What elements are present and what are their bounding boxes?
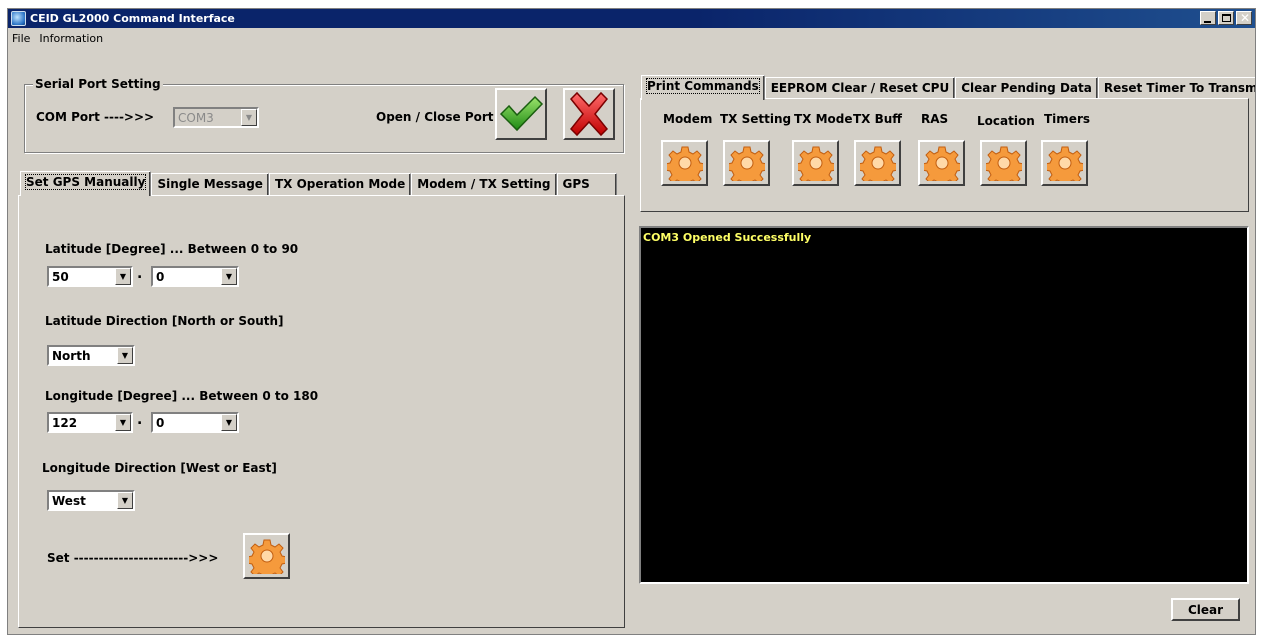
- latitude-degree-select[interactable]: 50 ▼: [47, 266, 133, 287]
- minimize-icon: [1204, 21, 1211, 23]
- latitude-direction-label: Latitude Direction [North or South]: [45, 314, 284, 328]
- console-line: COM3 Opened Successfully: [643, 231, 812, 244]
- title-bar[interactable]: CEID GL2000 Command Interface ✕: [8, 9, 1255, 28]
- print-tx-mode-button[interactable]: [792, 140, 839, 186]
- chevron-down-icon: ▼: [221, 268, 237, 285]
- tab-set-gps-manually[interactable]: Set GPS Manually: [20, 171, 152, 196]
- print-commands-panel: Modem TX Setting TX Mode TX Buff RAS Loc…: [640, 98, 1249, 212]
- output-console[interactable]: COM3 Opened Successfully: [639, 226, 1249, 584]
- tab-reset-timer-to-transmit[interactable]: Reset Timer To Transmit: [1097, 77, 1255, 99]
- longitude-label: Longitude [Degree] ... Between 0 to 180: [45, 389, 319, 403]
- tab-modem-tx-setting[interactable]: Modem / TX Setting: [411, 173, 557, 195]
- longitude-direction-select[interactable]: West ▼: [47, 490, 135, 511]
- clear-button[interactable]: Clear: [1171, 598, 1240, 621]
- cmd-label-ras: RAS: [921, 112, 949, 126]
- print-timers-button[interactable]: [1041, 140, 1088, 186]
- tab-print-commands[interactable]: Print Commands: [641, 75, 765, 100]
- red-x-icon: [569, 91, 609, 137]
- longitude-direction-value: West: [52, 494, 86, 508]
- decimal-separator: .: [137, 266, 143, 282]
- tab-gps[interactable]: GPS: [556, 173, 617, 195]
- gear-icon: [923, 146, 960, 181]
- close-port-button[interactable]: [563, 88, 615, 140]
- menu-bar: File Information: [8, 30, 1255, 48]
- cmd-label-modem: Modem: [663, 112, 713, 126]
- open-port-button[interactable]: [495, 88, 547, 140]
- cmd-label-location: Location: [977, 114, 1035, 128]
- print-ras-button[interactable]: [918, 140, 965, 186]
- menu-information[interactable]: Information: [35, 30, 108, 48]
- com-port-label: COM Port ---->>>: [36, 110, 155, 124]
- gear-icon: [1046, 146, 1083, 181]
- tab-tx-operation-mode[interactable]: TX Operation Mode: [268, 173, 412, 195]
- right-tab-strip: Print Commands EEPROM Clear / Reset CPU …: [641, 74, 1255, 100]
- cmd-label-tx-setting: TX Setting: [720, 112, 792, 126]
- chevron-down-icon: ▼: [117, 492, 133, 509]
- com-port-select[interactable]: COM3 ▼: [173, 107, 259, 128]
- main-window: CEID GL2000 Command Interface ✕ File Inf…: [7, 8, 1256, 635]
- tab-clear-pending-data[interactable]: Clear Pending Data: [955, 77, 1098, 99]
- tab-single-message[interactable]: Single Message: [151, 173, 269, 195]
- com-port-value: COM3: [178, 111, 214, 125]
- longitude-decimal-value: 0: [156, 416, 165, 430]
- print-location-button[interactable]: [980, 140, 1027, 186]
- print-tx-buff-button[interactable]: [854, 140, 901, 186]
- longitude-direction-label: Longitude Direction [West or East]: [42, 461, 277, 475]
- chevron-down-icon: ▼: [115, 268, 131, 285]
- chevron-down-icon: ▼: [115, 414, 131, 431]
- gear-icon: [728, 146, 765, 181]
- longitude-degree-value: 122: [52, 416, 78, 430]
- chevron-down-icon: ▼: [117, 347, 133, 364]
- serial-port-group-label: Serial Port Setting: [33, 77, 163, 91]
- window-title: CEID GL2000 Command Interface: [30, 12, 235, 25]
- print-modem-button[interactable]: [661, 140, 708, 186]
- close-icon: ✕: [1240, 11, 1251, 25]
- latitude-decimal-value: 0: [156, 270, 165, 284]
- minimize-button[interactable]: [1200, 11, 1216, 25]
- menu-file[interactable]: File: [8, 30, 35, 48]
- chevron-down-icon: ▼: [221, 414, 237, 431]
- decimal-separator: .: [137, 412, 143, 428]
- open-close-port-label: Open / Close Port: [376, 110, 494, 124]
- set-gps-button[interactable]: [243, 533, 290, 579]
- close-window-button[interactable]: ✕: [1236, 11, 1252, 25]
- cmd-label-timers: Timers: [1044, 112, 1091, 126]
- latitude-label: Latitude [Degree] ... Between 0 to 90: [45, 242, 299, 256]
- gear-icon: [985, 146, 1022, 181]
- maximize-button[interactable]: [1218, 11, 1234, 25]
- gear-icon: [248, 539, 285, 574]
- left-tab-strip: Set GPS Manually Single Message TX Opera…: [20, 170, 617, 196]
- gear-icon: [859, 146, 896, 181]
- app-icon: [11, 11, 26, 26]
- latitude-decimal-select[interactable]: 0 ▼: [151, 266, 239, 287]
- latitude-degree-value: 50: [52, 270, 69, 284]
- cmd-label-tx-buff: TX Buff: [853, 112, 903, 126]
- latitude-direction-select[interactable]: North ▼: [47, 345, 135, 366]
- set-label: Set ----------------------->>>: [47, 551, 219, 565]
- set-gps-manually-panel: Latitude [Degree] ... Between 0 to 90 50…: [18, 195, 625, 628]
- maximize-icon: [1222, 14, 1231, 22]
- checkmark-icon: [499, 95, 544, 132]
- chevron-down-icon: ▼: [241, 109, 257, 126]
- print-tx-setting-button[interactable]: [723, 140, 770, 186]
- tab-eeprom-clear-reset-cpu[interactable]: EEPROM Clear / Reset CPU: [764, 77, 956, 99]
- longitude-degree-select[interactable]: 122 ▼: [47, 412, 133, 433]
- gear-icon: [666, 146, 703, 181]
- latitude-direction-value: North: [52, 349, 91, 363]
- longitude-decimal-select[interactable]: 0 ▼: [151, 412, 239, 433]
- gear-icon: [797, 146, 834, 181]
- cmd-label-tx-mode: TX Mode: [794, 112, 853, 126]
